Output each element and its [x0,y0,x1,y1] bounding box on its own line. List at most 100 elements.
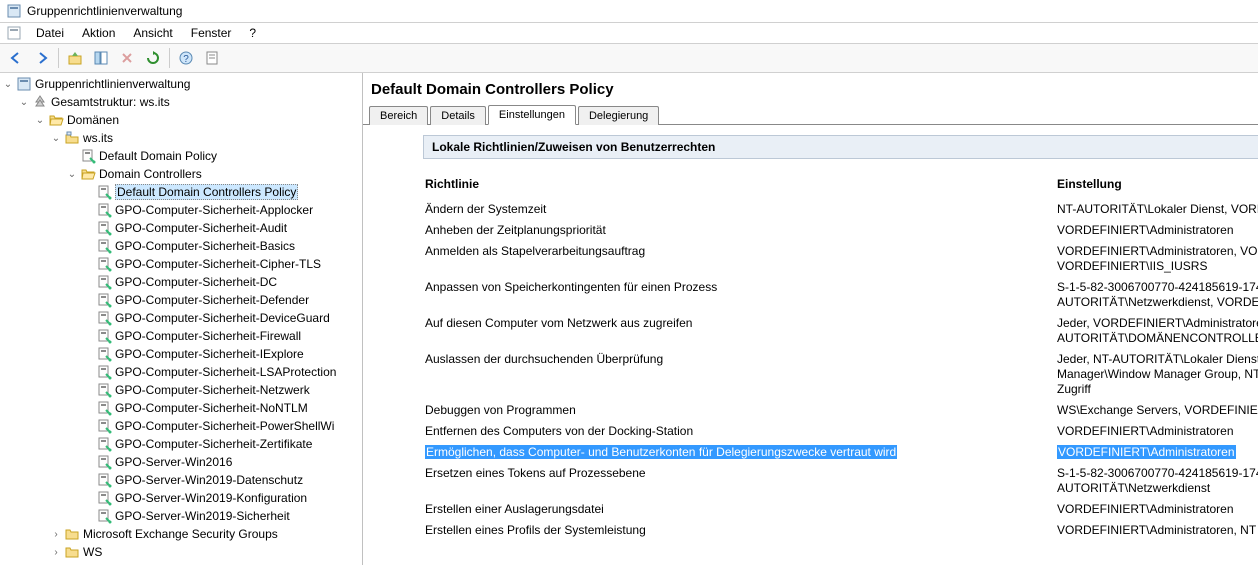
tree-pane: ⌄Gruppenrichtlinienverwaltung⌄Gesamtstru… [0,73,363,565]
help-button[interactable]: ? [174,47,198,69]
tree-gpo-item[interactable]: GPO-Computer-Sicherheit-DC [0,273,362,291]
tree-gpo-item[interactable]: GPO-Computer-Sicherheit-Applocker [0,201,362,219]
tree-domain[interactable]: ⌄ws.its [0,129,362,147]
policy-name: Auslassen der durchsuchenden Überprüfung [423,352,1055,397]
menu-help[interactable]: ? [241,24,264,42]
policy-row[interactable]: Anpassen von Speicherkontingenten für ei… [423,277,1258,313]
tree-gpo-item[interactable]: GPO-Computer-Sicherheit-Netzwerk [0,381,362,399]
twisty-none [80,508,96,524]
policy-setting: VORDEFINIERT\Administratoren, VORVORDEFI… [1055,244,1258,274]
policy-row[interactable]: Ersetzen eines Tokens auf ProzessebeneS-… [423,463,1258,499]
back-button[interactable] [4,47,28,69]
policy-row[interactable]: Ermöglichen, dass Computer- und Benutzer… [423,442,1258,463]
policy-setting: VORDEFINIERT\Administratoren [1055,424,1258,439]
tree-gpo-ddp[interactable]: Default Domain Policy [0,147,362,165]
tree-item-label: GPO-Server-Win2019-Konfiguration [115,491,307,505]
delete-button[interactable] [115,47,139,69]
tree-item-label: GPO-Computer-Sicherheit-LSAProtection [115,365,336,379]
tree-item-label: Default Domain Policy [99,149,217,163]
tree-gpo-item[interactable]: GPO-Computer-Sicherheit-Cipher-TLS [0,255,362,273]
policy-row[interactable]: Erstellen einer AuslagerungsdateiVORDEFI… [423,499,1258,520]
policy-setting: VORDEFINIERT\Administratoren [1055,445,1258,460]
policy-row[interactable]: Debuggen von ProgrammenWS\Exchange Serve… [423,400,1258,421]
policy-row[interactable]: Auslassen der durchsuchenden Überprüfung… [423,349,1258,400]
tree-gpo-item[interactable]: GPO-Computer-Sicherheit-Zertifikate [0,435,362,453]
tree-gpo-item[interactable]: GPO-Computer-Sicherheit-LSAProtection [0,363,362,381]
tree-gpo-ddcp[interactable]: Default Domain Controllers Policy [0,183,362,201]
properties-button[interactable] [200,47,224,69]
gpo-link-icon [96,184,112,200]
tree-gpo-item[interactable]: GPO-Computer-Sicherheit-PowerShellWi [0,417,362,435]
tree-ou-domain-controllers[interactable]: ⌄Domain Controllers [0,165,362,183]
tree-ou-mesg[interactable]: ›Microsoft Exchange Security Groups [0,525,362,543]
refresh-button[interactable] [141,47,165,69]
tree-ou-ws[interactable]: › WS [0,543,362,561]
twisty-none [80,184,96,200]
policy-name: Entfernen des Computers von der Docking-… [423,424,1055,439]
menu-window[interactable]: Fenster [183,24,240,42]
twisty-none [80,472,96,488]
menu-view[interactable]: Ansicht [125,24,180,42]
twisty-collapsed-icon[interactable]: › [48,526,64,542]
tree-gpo-item[interactable]: GPO-Computer-Sicherheit-Audit [0,219,362,237]
twisty-none [80,328,96,344]
policy-setting: Jeder, NT-AUTORITÄT\Lokaler Dienst,Manag… [1055,352,1258,397]
titlebar: Gruppenrichtlinienverwaltung [0,0,1258,23]
gpo-link-icon [96,364,112,380]
forward-button[interactable] [30,47,54,69]
gpo-link-icon [96,292,112,308]
twisty-expanded-icon[interactable]: ⌄ [48,130,64,146]
tree-gpo-item[interactable]: GPO-Server-Win2019-Datenschutz [0,471,362,489]
twisty-none [80,454,96,470]
window-title: Gruppenrichtlinienverwaltung [27,4,182,18]
policy-row[interactable]: Ändern der SystemzeitNT-AUTORITÄT\Lokale… [423,199,1258,220]
tree-gpo-item[interactable]: GPO-Computer-Sicherheit-IExplore [0,345,362,363]
tab-scope[interactable]: Bereich [369,106,428,125]
tree-gpo-item[interactable]: GPO-Server-Win2019-Sicherheit [0,507,362,525]
tree-gpo-item[interactable]: GPO-Computer-Sicherheit-Firewall [0,327,362,345]
twisty-expanded-icon[interactable]: ⌄ [0,76,16,92]
tree-gpo-item[interactable]: GPO-Computer-Sicherheit-Basics [0,237,362,255]
twisty-none [80,292,96,308]
policy-row[interactable]: Anmelden als StapelverarbeitungsauftragV… [423,241,1258,277]
tree-gpo-item[interactable]: GPO-Computer-Sicherheit-NoNTLM [0,399,362,417]
twisty-expanded-icon[interactable]: ⌄ [16,94,32,110]
tree-item-label: GPO-Computer-Sicherheit-Cipher-TLS [115,257,321,271]
twisty-expanded-icon[interactable]: ⌄ [64,166,80,182]
tree-domains[interactable]: ⌄Domänen [0,111,362,129]
menu-action[interactable]: Aktion [74,24,123,42]
twisty-none [80,202,96,218]
policy-row[interactable]: Entfernen des Computers von der Docking-… [423,421,1258,442]
tree-item-label: GPO-Computer-Sicherheit-PowerShellWi [115,419,334,433]
menu-file[interactable]: Datei [28,24,72,42]
tree-item-label: GPO-Computer-Sicherheit-DC [115,275,277,289]
up-button[interactable] [63,47,87,69]
policy-setting: S-1-5-82-3006700770-424185619-1745AUTORI… [1055,466,1258,496]
tree-gpo-item[interactable]: GPO-Server-Win2019-Konfiguration [0,489,362,507]
tab-details[interactable]: Details [430,106,486,125]
policy-row[interactable]: Erstellen eines Profils der Systemleistu… [423,520,1258,541]
gpo-link-icon [96,490,112,506]
tab-delegation[interactable]: Delegierung [578,106,659,125]
tree-root[interactable]: ⌄Gruppenrichtlinienverwaltung [0,75,362,93]
twisty-collapsed-icon[interactable]: › [48,544,64,560]
svg-text:?: ? [183,54,189,65]
twisty-none [80,436,96,452]
twisty-none [80,400,96,416]
show-hide-tree-button[interactable] [89,47,113,69]
policy-row[interactable]: Auf diesen Computer vom Netzwerk aus zug… [423,313,1258,349]
folder-icon [64,544,80,560]
policy-row[interactable]: Anheben der ZeitplanungsprioritätVORDEFI… [423,220,1258,241]
tree-item-label: GPO-Computer-Sicherheit-Audit [115,221,287,235]
tree-item-label: WS [83,545,102,559]
tree-forest[interactable]: ⌄Gesamtstruktur: ws.its [0,93,362,111]
menubar: Datei Aktion Ansicht Fenster ? [0,23,1258,44]
tree-gpo-item[interactable]: GPO-Computer-Sicherheit-Defender [0,291,362,309]
tree-gpo-item[interactable]: GPO-Computer-Sicherheit-DeviceGuard [0,309,362,327]
tree-gpo-item[interactable]: GPO-Server-Win2016 [0,453,362,471]
twisty-expanded-icon[interactable]: ⌄ [32,112,48,128]
policy-name: Ersetzen eines Tokens auf Prozessebene [423,466,1055,496]
tab-settings[interactable]: Einstellungen [488,105,576,125]
twisty-none [80,220,96,236]
gpo-link-icon [96,346,112,362]
